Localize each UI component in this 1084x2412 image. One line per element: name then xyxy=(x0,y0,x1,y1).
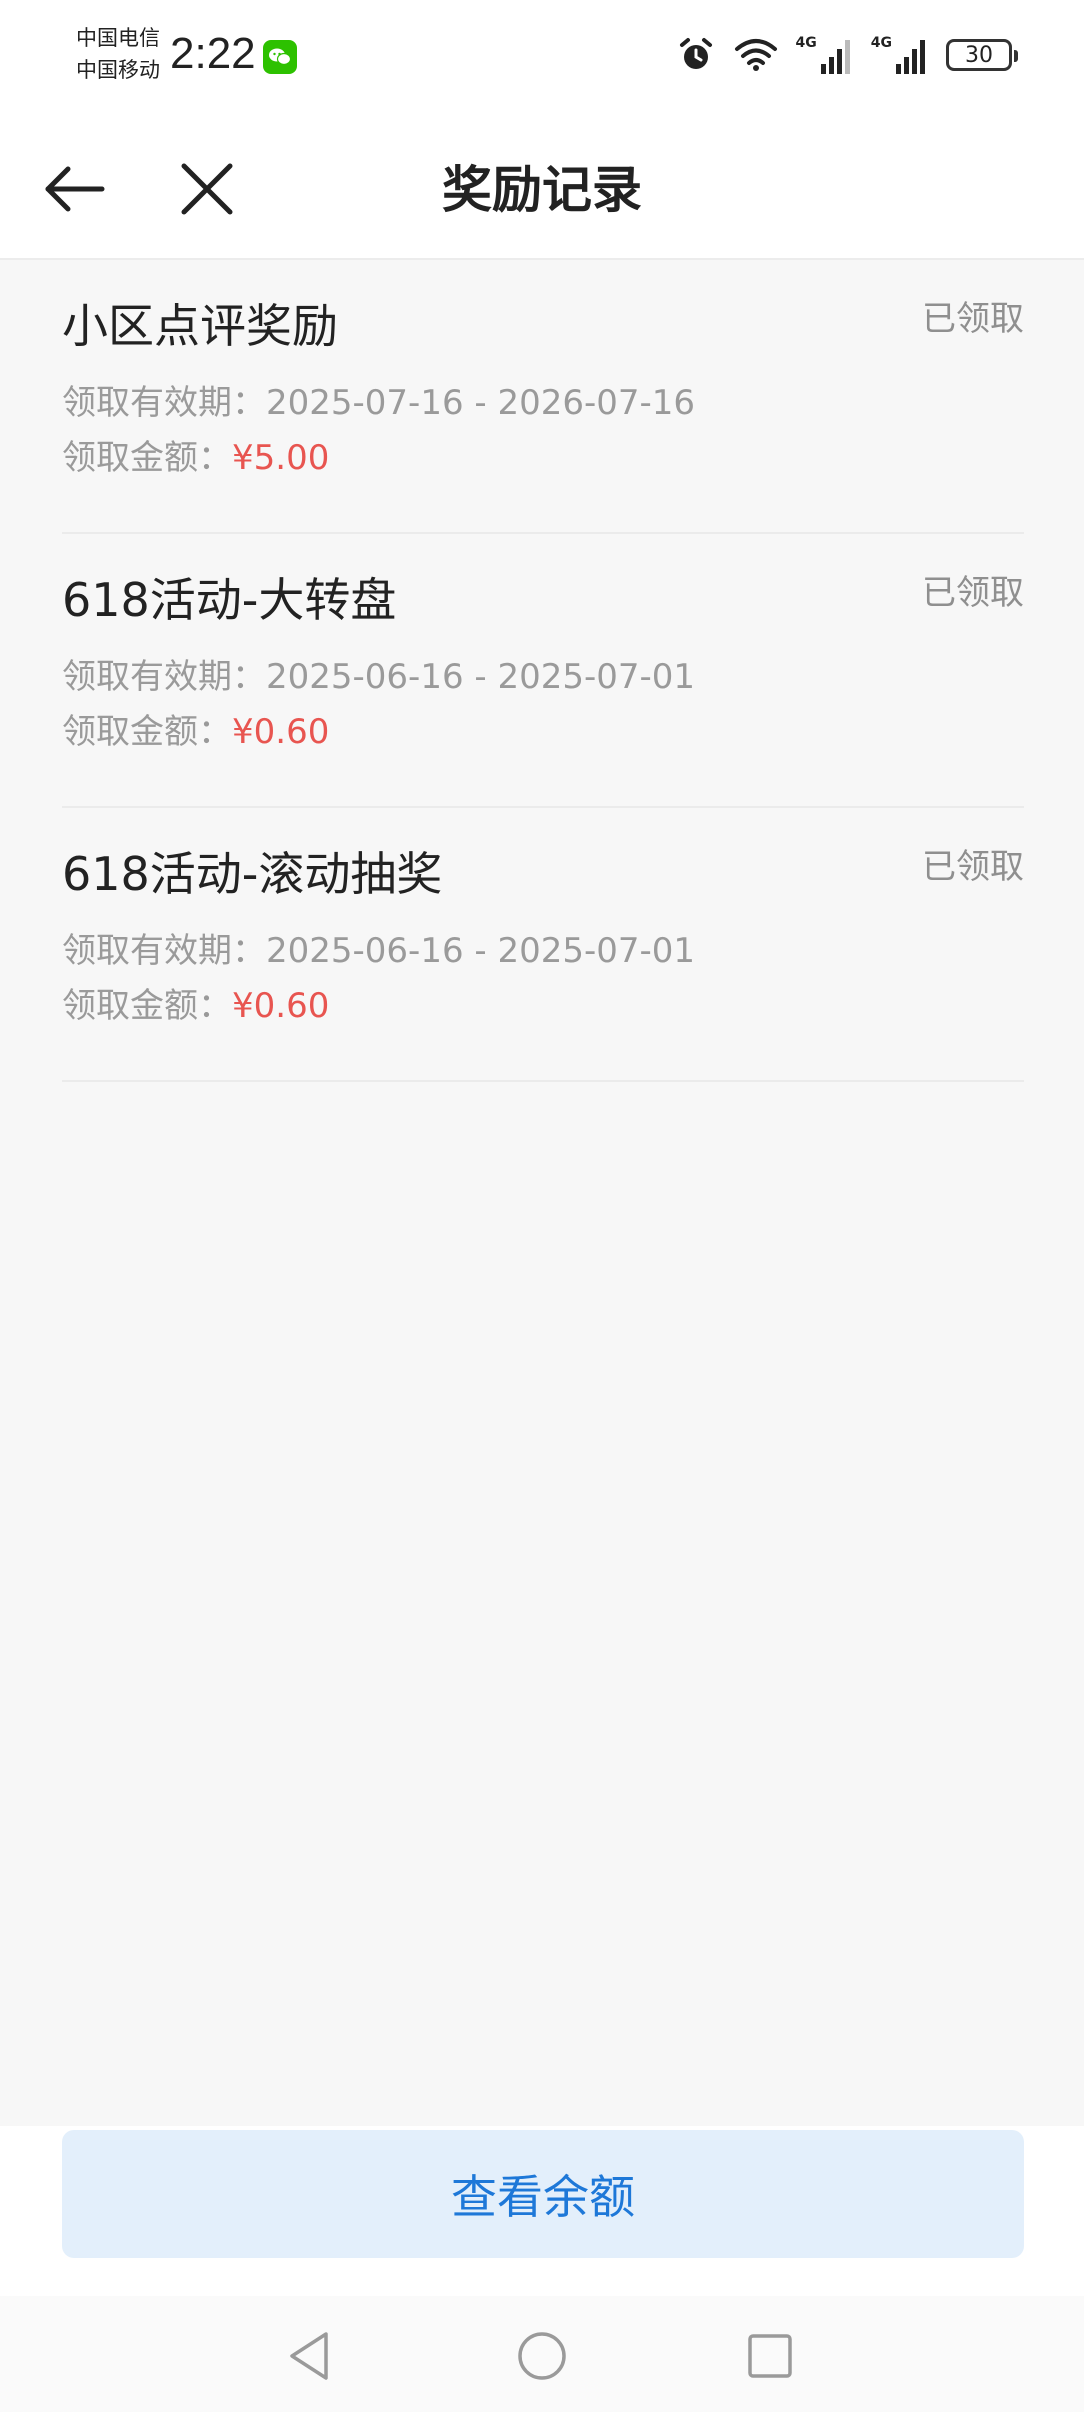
reward-record-item: 618活动-滚动抽奖 已领取 领取有效期：2025-06-16 - 2025-0… xyxy=(62,808,1024,1082)
wechat-notification-icon xyxy=(263,40,297,74)
record-status: 已领取 xyxy=(922,847,1024,887)
record-title: 小区点评奖励 xyxy=(62,299,338,353)
network-type-2: 4G xyxy=(870,35,892,51)
circle-home-icon xyxy=(518,2332,566,2380)
page-title: 奖励记录 xyxy=(442,161,642,219)
nav-back-button[interactable] xyxy=(280,2326,340,2386)
validity-value: 2025-06-16 - 2025-07-01 xyxy=(266,657,696,697)
signal-sim2: 4G xyxy=(871,36,928,74)
status-bar: 中国电信 中国移动 2:22 4G 4G 30 xyxy=(0,0,1084,120)
validity-label: 领取有效期： xyxy=(62,931,266,971)
signal-bars-icon xyxy=(896,40,925,74)
amount-label: 领取金额： xyxy=(62,438,232,478)
amount-value: ¥0.60 xyxy=(232,986,330,1026)
reward-record-item: 小区点评奖励 已领取 领取有效期：2025-07-16 - 2026-07-16… xyxy=(62,260,1024,534)
network-type-1: 4G xyxy=(795,35,817,51)
bottom-action-area: 查看余额 xyxy=(0,2126,1084,2296)
square-recents-icon xyxy=(748,2334,792,2378)
record-amount: 领取金额：¥5.00 xyxy=(62,435,329,481)
amount-value: ¥0.60 xyxy=(232,712,330,752)
wifi-icon xyxy=(734,37,778,73)
validity-label: 领取有效期： xyxy=(62,383,266,423)
battery-icon: 30 xyxy=(946,39,1018,71)
record-validity: 领取有效期：2025-06-16 - 2025-07-01 xyxy=(62,654,695,700)
reward-record-item: 618活动-大转盘 已领取 领取有效期：2025-06-16 - 2025-07… xyxy=(62,534,1024,808)
signal-bars-icon xyxy=(820,40,850,74)
validity-value: 2025-06-16 - 2025-07-01 xyxy=(266,931,696,971)
record-title: 618活动-大转盘 xyxy=(62,573,397,627)
record-status: 已领取 xyxy=(922,573,1024,613)
status-icons: 4G 4G 30 xyxy=(676,32,1018,78)
record-title: 618活动-滚动抽奖 xyxy=(62,847,443,901)
record-validity: 领取有效期：2025-07-16 - 2026-07-16 xyxy=(62,380,695,426)
carrier-1: 中国电信 xyxy=(76,26,160,50)
reward-record-list: 小区点评奖励 已领取 领取有效期：2025-07-16 - 2026-07-16… xyxy=(62,260,1024,1082)
signal-sim1: 4G xyxy=(796,36,853,74)
status-time: 2:22 xyxy=(170,29,256,78)
record-status: 已领取 xyxy=(922,299,1024,339)
view-balance-button[interactable]: 查看余额 xyxy=(62,2130,1024,2258)
amount-value: ¥5.00 xyxy=(232,438,330,478)
nav-recents-button[interactable] xyxy=(740,2326,800,2386)
nav-home-button[interactable] xyxy=(512,2326,572,2386)
battery-level: 30 xyxy=(965,42,993,68)
amount-label: 领取金额： xyxy=(62,712,232,752)
system-navigation-bar xyxy=(0,2296,1084,2412)
record-validity: 领取有效期：2025-06-16 - 2025-07-01 xyxy=(62,928,695,974)
alarm-icon xyxy=(676,35,716,75)
validity-label: 领取有效期： xyxy=(62,657,266,697)
page-header: 奖励记录 xyxy=(0,120,1084,260)
carrier-info: 中国电信 中国移动 xyxy=(76,22,160,86)
amount-label: 领取金额： xyxy=(62,986,232,1026)
record-amount: 领取金额：¥0.60 xyxy=(62,709,329,755)
record-amount: 领取金额：¥0.60 xyxy=(62,983,329,1029)
validity-value: 2025-07-16 - 2026-07-16 xyxy=(266,383,696,423)
carrier-2: 中国移动 xyxy=(76,58,160,82)
triangle-back-icon xyxy=(290,2332,328,2380)
